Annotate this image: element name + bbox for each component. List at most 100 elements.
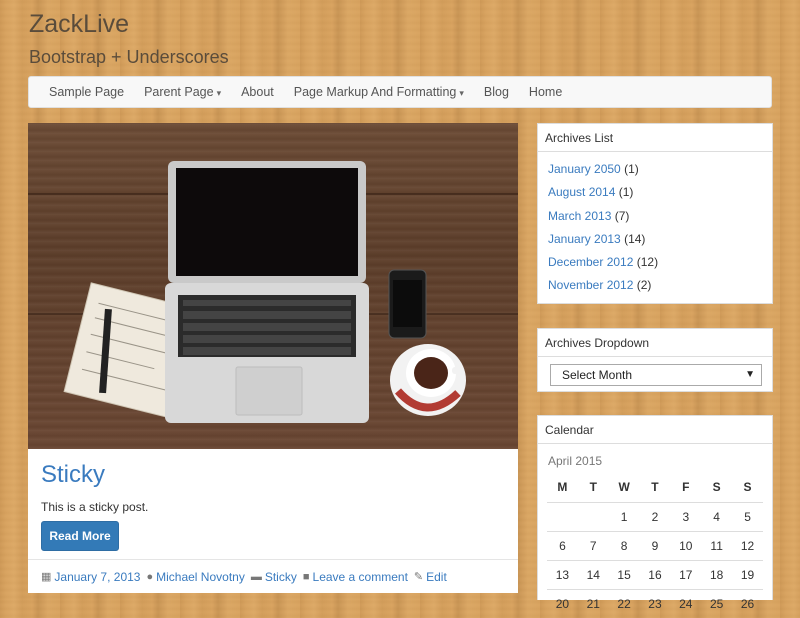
archive-count: (1) [624,162,639,176]
trackpad [236,367,302,415]
calendar-day-cell: 23 [640,590,671,618]
nav-item-label: Parent Page [144,85,214,99]
chevron-down-icon: ▾ [459,88,464,98]
calendar-day-cell: 17 [670,561,701,590]
archive-item: August 2014 (1) [548,181,772,204]
leave-comment-link[interactable]: Leave a comment [313,570,408,584]
chevron-down-icon: ▼ [745,369,755,380]
archive-link[interactable]: November 2012 [548,278,633,292]
calendar-day-cell: 1 [609,503,640,532]
archive-item: January 2013 (14) [548,228,772,251]
edit-icon: ✎ [414,570,423,583]
archive-count: (2) [637,278,652,292]
archives-list: January 2050 (1)August 2014 (1)March 201… [538,152,772,298]
calendar-day-cell: 26 [732,590,763,618]
calendar-day-cell: 13 [547,561,578,590]
calendar-day-cell: 25 [701,590,732,618]
archives-dropdown-widget: Archives Dropdown Select Month ▼ [537,328,773,392]
calendar-day-header: T [640,472,671,503]
archive-item: January 2050 (1) [548,158,772,181]
archive-item: March 2013 (7) [548,205,772,228]
calendar-day-cell: 3 [670,503,701,532]
calendar-day-cell: 10 [670,532,701,561]
nav-item-sample-page[interactable]: Sample Page [39,85,134,99]
calendar-day-cell: 16 [640,561,671,590]
archive-link[interactable]: August 2014 [548,185,615,199]
archives-dropdown-title: Archives Dropdown [538,329,772,357]
calendar-day-cell: 2 [640,503,671,532]
featured-image[interactable] [28,123,518,449]
calendar-day-cell: 9 [640,532,671,561]
calendar-title: Calendar [538,416,772,444]
archives-month-select[interactable]: Select Month ▼ [550,364,762,386]
calendar-day-cell: 18 [701,561,732,590]
user-icon: ● [146,571,153,583]
calendar-day-header: S [701,472,732,503]
nav-item-label: Sample Page [49,85,124,99]
calendar-day-cell: 21 [578,590,609,618]
archive-link[interactable]: January 2013 [548,232,621,246]
calendar-day-cell [578,503,609,532]
calendar-widget: Calendar April 2015 MTWTFSS 123456789101… [537,415,773,600]
calendar-day-cell: 8 [609,532,640,561]
nav-item-label: Home [529,85,562,99]
calendar-day-header: T [578,472,609,503]
site-description: Bootstrap + Underscores [29,47,229,68]
calendar-day-cell: 15 [609,561,640,590]
sticky-post: Sticky This is a sticky post. Read More … [28,123,518,593]
nav-item-about[interactable]: About [231,85,284,99]
calendar-table: MTWTFSS 12345678910111213141516171819202… [547,472,763,618]
nav-item-page-markup-and-formatting[interactable]: Page Markup And Formatting▾ [284,85,474,99]
archive-count: (7) [615,209,630,223]
folder-icon: ▬ [251,571,262,583]
archive-item: November 2012 (2) [548,274,772,297]
calendar-day-cell: 19 [732,561,763,590]
nav-item-label: About [241,85,274,99]
calendar-day-cell: 24 [670,590,701,618]
calendar-day-cell: 11 [701,532,732,561]
edit-post-link[interactable]: Edit [426,570,447,584]
calendar-week-row: 6789101112 [547,532,763,561]
calendar-day-cell: 5 [732,503,763,532]
calendar-day-cell: 12 [732,532,763,561]
post-category-link[interactable]: Sticky [265,570,297,584]
archives-list-widget: Archives List January 2050 (1)August 201… [537,123,773,304]
laptop-desk-photo [28,123,518,449]
select-value: Select Month [562,368,632,382]
calendar-day-cell: 6 [547,532,578,561]
archive-link[interactable]: March 2013 [548,209,611,223]
archive-item: December 2012 (12) [548,251,772,274]
post-excerpt: This is a sticky post. [41,500,148,514]
post-title[interactable]: Sticky [41,461,105,489]
nav-item-home[interactable]: Home [519,85,572,99]
nav-item-blog[interactable]: Blog [474,85,519,99]
calendar-week-row: 20212223242526 [547,590,763,618]
main-navbar: Sample PageParent Page▾AboutPage Markup … [28,76,772,108]
calendar-day-cell: 4 [701,503,732,532]
calendar-week-row: 13141516171819 [547,561,763,590]
archive-link[interactable]: December 2012 [548,255,633,269]
archive-count: (1) [619,185,634,199]
nav-item-label: Blog [484,85,509,99]
archive-count: (14) [624,232,645,246]
calendar-day-header: F [670,472,701,503]
site-title[interactable]: ZackLive [29,10,129,39]
calendar-day-header: W [609,472,640,503]
post-date-link[interactable]: January 7, 2013 [54,570,140,584]
calendar-day-cell: 20 [547,590,578,618]
coffee-cup-graphic [390,344,466,416]
chevron-down-icon: ▾ [217,88,222,98]
calendar-caption: April 2015 [548,454,602,468]
calendar-day-header: S [732,472,763,503]
archive-count: (12) [637,255,658,269]
calendar-day-cell: 7 [578,532,609,561]
archives-list-title: Archives List [538,124,772,152]
post-meta: ▦ January 7, 2013 ● Michael Novotny ▬ St… [28,559,518,593]
nav-item-parent-page[interactable]: Parent Page▾ [134,85,231,99]
archive-link[interactable]: January 2050 [548,162,621,176]
nav-item-label: Page Markup And Formatting [294,85,457,99]
post-author-link[interactable]: Michael Novotny [156,570,245,584]
calendar-day-cell [547,503,578,532]
calendar-icon: ▦ [41,570,51,583]
read-more-button[interactable]: Read More [41,521,119,551]
